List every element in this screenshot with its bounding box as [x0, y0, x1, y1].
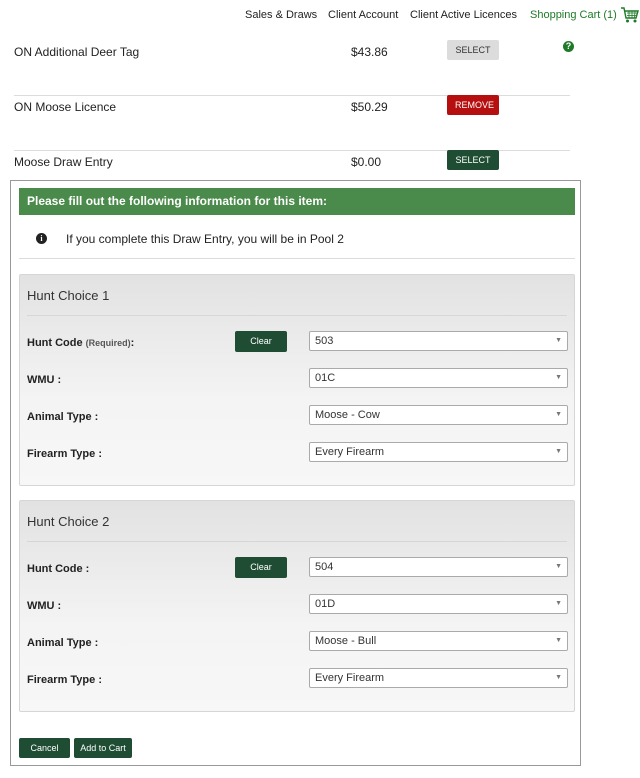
firearm-type-label: Firearm Type :	[27, 674, 102, 686]
chevron-down-icon: ▼	[555, 337, 562, 344]
nav-shopping-cart[interactable]: Shopping Cart (1)	[530, 9, 617, 21]
divider	[27, 541, 567, 542]
animal-type-label: Animal Type :	[27, 637, 99, 649]
hunt-choice-2: Hunt Choice 2 Hunt Code : Clear 504 ▼ WMU…	[19, 500, 575, 712]
wmu-label: WMU :	[27, 600, 62, 612]
clear-button[interactable]: Clear	[235, 331, 287, 352]
item-row-deer-tag: ON Additional Deer Tag $43.86 SELECT ?	[14, 40, 574, 96]
cancel-button[interactable]: Cancel	[19, 738, 70, 758]
chevron-down-icon: ▼	[555, 448, 562, 455]
chevron-down-icon: ▼	[555, 374, 562, 381]
hunt-code-select[interactable]: 504 ▼	[309, 557, 568, 577]
animal-type-select[interactable]: Moose - Bull ▼	[309, 631, 568, 651]
item-row-moose-licence: ON Moose Licence $50.29 REMOVE	[14, 95, 570, 151]
nav-client-active-licences[interactable]: Client Active Licences	[410, 9, 517, 21]
firearm-type-select[interactable]: Every Firearm ▼	[309, 442, 568, 462]
clear-button[interactable]: Clear	[235, 557, 287, 578]
chevron-down-icon: ▼	[555, 637, 562, 644]
add-to-cart-button[interactable]: Add to Cart	[74, 738, 132, 758]
remove-button[interactable]: REMOVE	[447, 95, 499, 115]
hunt-choice-title: Hunt Choice 2	[27, 514, 110, 529]
draw-entry-panel: Please fill out the following informatio…	[10, 180, 581, 766]
item-name: Moose Draw Entry	[14, 155, 113, 169]
divider	[27, 315, 567, 316]
animal-type-select[interactable]: Moose - Cow ▼	[309, 405, 568, 425]
chevron-down-icon: ▼	[555, 411, 562, 418]
firearm-type-label: Firearm Type :	[27, 448, 102, 460]
hunt-code-select[interactable]: 503 ▼	[309, 331, 568, 351]
animal-type-label: Animal Type :	[27, 411, 99, 423]
select-button[interactable]: SELECT	[447, 40, 499, 60]
item-price: $43.86	[351, 45, 388, 59]
chevron-down-icon: ▼	[555, 600, 562, 607]
top-nav: Sales & Draws Client Account Client Acti…	[0, 0, 640, 30]
hunt-choice-1: Hunt Choice 1 Hunt Code (Required): Clea…	[19, 274, 575, 486]
hunt-choice-title: Hunt Choice 1	[27, 288, 110, 303]
item-price: $50.29	[351, 100, 388, 114]
select-button[interactable]: SELECT	[447, 150, 499, 170]
item-name: ON Additional Deer Tag	[14, 45, 140, 59]
required-note: (Required)	[85, 338, 131, 348]
wmu-label: WMU :	[27, 374, 62, 386]
question-circle-icon[interactable]: ?	[563, 41, 574, 52]
chevron-down-icon: ▼	[555, 674, 562, 681]
panel-header: Please fill out the following informatio…	[19, 188, 575, 215]
shopping-cart-icon[interactable]	[620, 5, 640, 25]
firearm-type-select[interactable]: Every Firearm ▼	[309, 668, 568, 688]
item-name: ON Moose Licence	[14, 100, 117, 114]
info-circle-icon: i	[36, 233, 47, 244]
pool-info-text: If you complete this Draw Entry, you wil…	[66, 232, 344, 246]
nav-client-account[interactable]: Client Account	[328, 9, 398, 21]
nav-sales-draws[interactable]: Sales & Draws	[245, 9, 317, 21]
wmu-select[interactable]: 01C ▼	[309, 368, 568, 388]
hunt-code-label: Hunt Code (Required):	[27, 337, 135, 349]
wmu-select[interactable]: 01D ▼	[309, 594, 568, 614]
pool-info: i If you complete this Draw Entry, you w…	[19, 215, 575, 259]
hunt-code-label: Hunt Code :	[27, 563, 90, 575]
chevron-down-icon: ▼	[555, 563, 562, 570]
item-price: $0.00	[351, 155, 382, 169]
